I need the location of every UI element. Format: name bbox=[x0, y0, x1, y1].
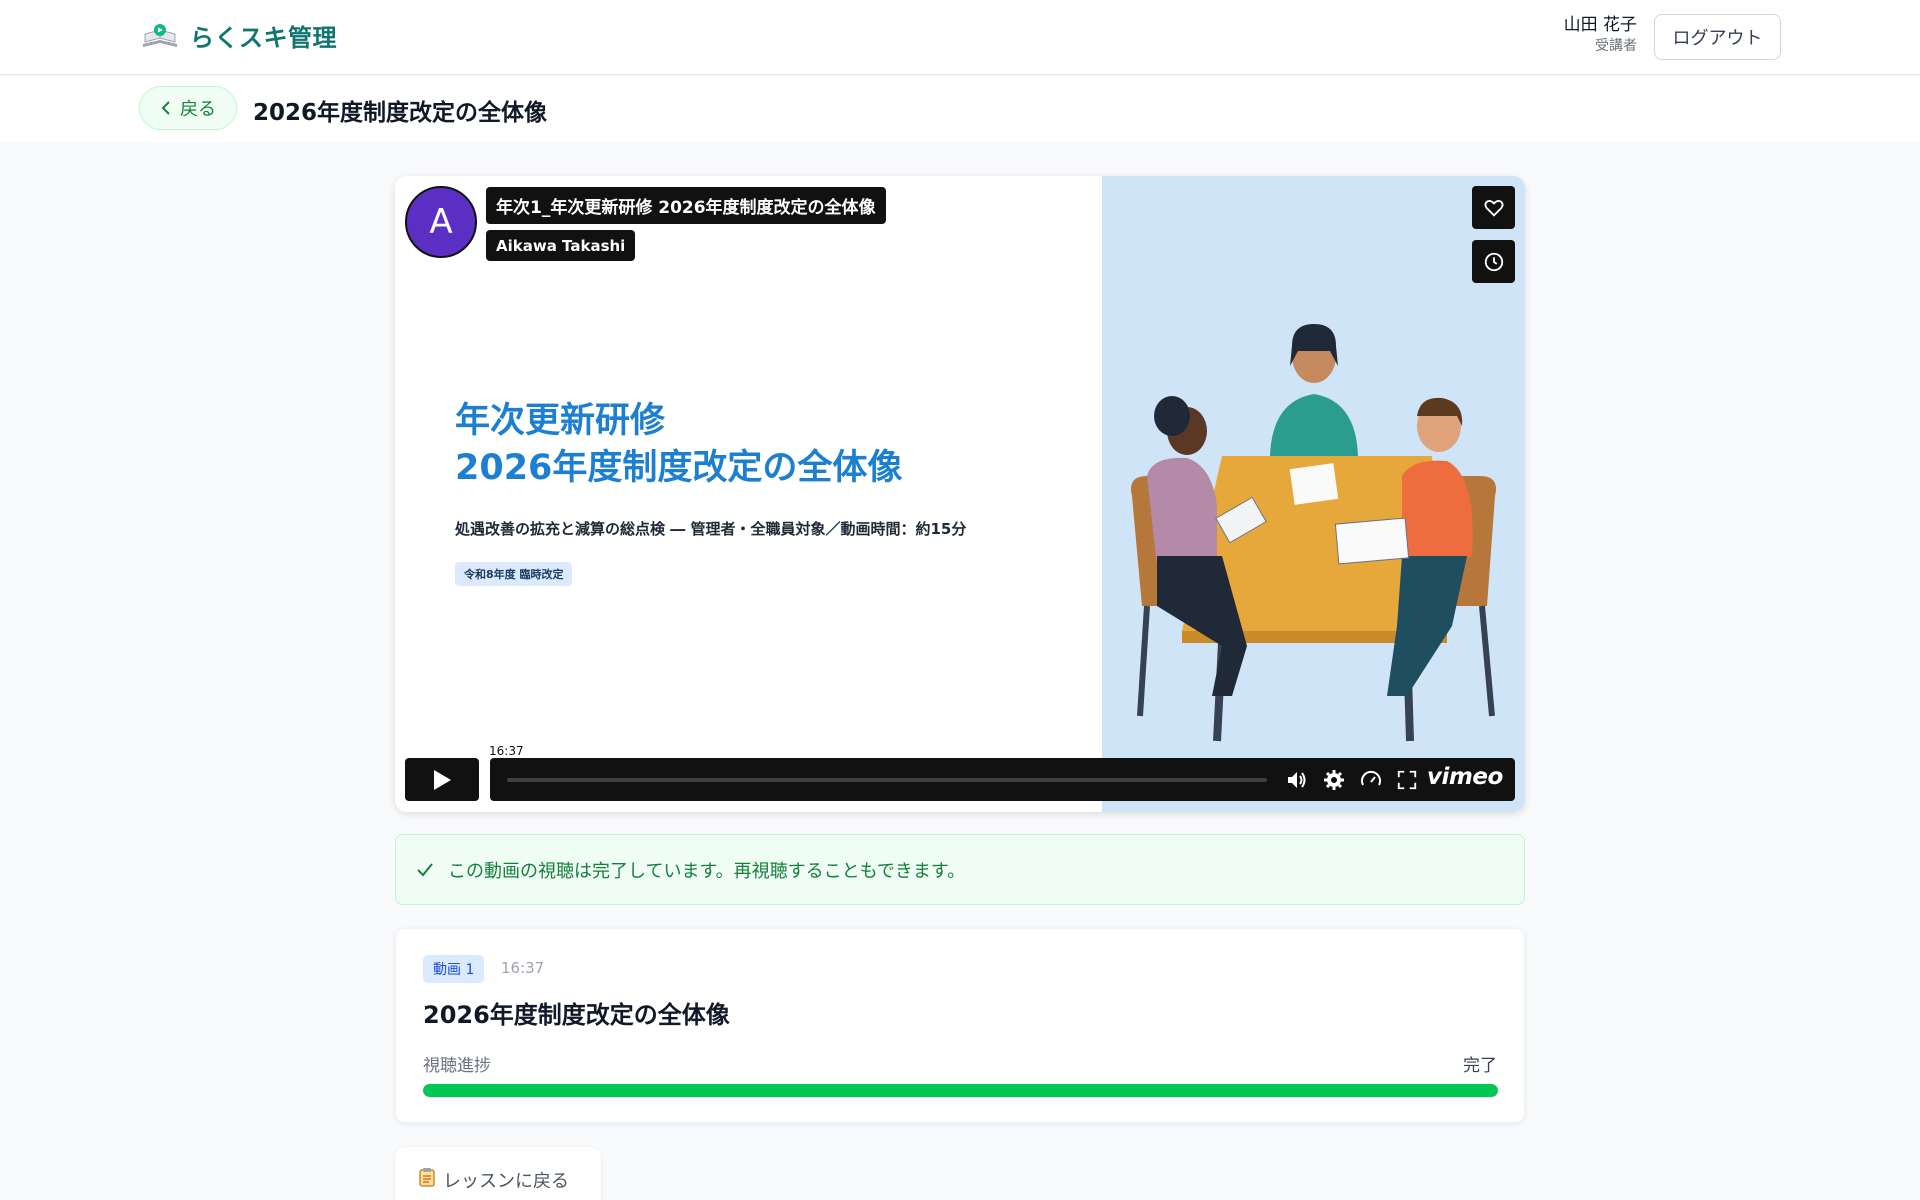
brand-logo[interactable]: らくスキ管理 bbox=[140, 18, 337, 53]
completion-text: この動画の視聴は完了しています。再視聴することもできます。 bbox=[448, 860, 966, 882]
watch-progress-bar bbox=[423, 1084, 1498, 1097]
video-player[interactable]: 年次更新研修 2026年度制度改定の全体像 処遇改善の拡充と減算の総点検 ― 管… bbox=[395, 176, 1525, 812]
video-info-card: 動画 1 16:37 2026年度制度改定の全体像 視聴進捗 完了 bbox=[395, 928, 1525, 1123]
settings-icon bbox=[1324, 770, 1344, 790]
back-label: 戻る bbox=[180, 99, 216, 120]
back-to-lesson-label: レッスンに戻る bbox=[443, 1171, 569, 1192]
page-title: 2026年度制度改定の全体像 bbox=[253, 100, 548, 126]
slide-heading-line2: 2026年度制度改定の全体像 bbox=[455, 448, 903, 488]
video-title[interactable]: 年次1_年次更新研修 2026年度制度改定の全体像 bbox=[486, 187, 886, 224]
meeting-illustration bbox=[1131, 324, 1496, 742]
play-icon bbox=[434, 769, 451, 790]
watch-progress-fill bbox=[423, 1084, 1498, 1097]
slide-tag: 令和8年度 臨時改定 bbox=[455, 562, 573, 586]
user-name: 山田 花子 bbox=[1563, 15, 1637, 35]
slide-heading-line1: 年次更新研修 bbox=[455, 401, 666, 441]
back-button[interactable]: 戻る bbox=[139, 86, 237, 130]
play-button[interactable] bbox=[405, 758, 479, 801]
like-button[interactable] bbox=[1472, 186, 1515, 229]
slide-subtitle: 処遇改善の拡充と減算の総点検 ― 管理者・全職員対象／動画時間：約15分 bbox=[455, 520, 967, 538]
progress-label: 視聴進捗 bbox=[423, 1056, 491, 1076]
clipboard-icon bbox=[419, 1168, 435, 1187]
back-to-lesson-button[interactable]: レッスンに戻る bbox=[395, 1147, 601, 1200]
slide-heading: 年次更新研修 2026年度制度改定の全体像 bbox=[455, 398, 902, 492]
video-duration: 16:37 bbox=[501, 959, 545, 977]
speed-button[interactable] bbox=[1359, 768, 1383, 792]
video-title-heading: 2026年度制度改定の全体像 bbox=[423, 1001, 730, 1029]
clock-icon bbox=[1484, 252, 1503, 271]
checkmark-icon bbox=[417, 862, 433, 876]
page-header: 戻る 2026年度制度改定の全体像 bbox=[0, 76, 1920, 142]
app-header: らくスキ管理 山田 花子 受講者 ログアウト bbox=[0, 0, 1920, 75]
heart-icon bbox=[1483, 199, 1504, 217]
author-avatar[interactable]: A bbox=[405, 186, 477, 258]
video-number-badge: 動画 1 bbox=[423, 955, 485, 983]
slide-text-panel: 年次更新研修 2026年度制度改定の全体像 処遇改善の拡充と減算の総点検 ― 管… bbox=[395, 176, 1102, 812]
player-controls: vimeo bbox=[490, 758, 1515, 801]
completion-notice: この動画の視聴は完了しています。再視聴することもできます。 bbox=[395, 834, 1525, 905]
vimeo-logo[interactable]: vimeo bbox=[1427, 764, 1503, 790]
user-role: 受講者 bbox=[1595, 38, 1637, 54]
slide-illustration bbox=[1102, 176, 1525, 812]
watch-later-button[interactable] bbox=[1472, 240, 1515, 283]
logout-button[interactable]: ログアウト bbox=[1654, 14, 1781, 60]
chevron-left-icon bbox=[161, 101, 170, 115]
settings-button[interactable] bbox=[1322, 768, 1346, 792]
book-logo-icon bbox=[143, 23, 177, 47]
progress-status: 完了 bbox=[1463, 1056, 1497, 1076]
brand-name: らくスキ管理 bbox=[190, 24, 337, 52]
user-info: 山田 花子 受講者 bbox=[1564, 14, 1637, 56]
video-scrubber[interactable] bbox=[507, 778, 1267, 782]
volume-icon bbox=[1288, 772, 1306, 788]
volume-button[interactable] bbox=[1285, 768, 1309, 792]
speed-icon bbox=[1361, 770, 1381, 786]
fullscreen-icon bbox=[1397, 770, 1417, 790]
fullscreen-button[interactable] bbox=[1395, 768, 1419, 792]
video-author[interactable]: Aikawa Takashi bbox=[486, 230, 636, 261]
